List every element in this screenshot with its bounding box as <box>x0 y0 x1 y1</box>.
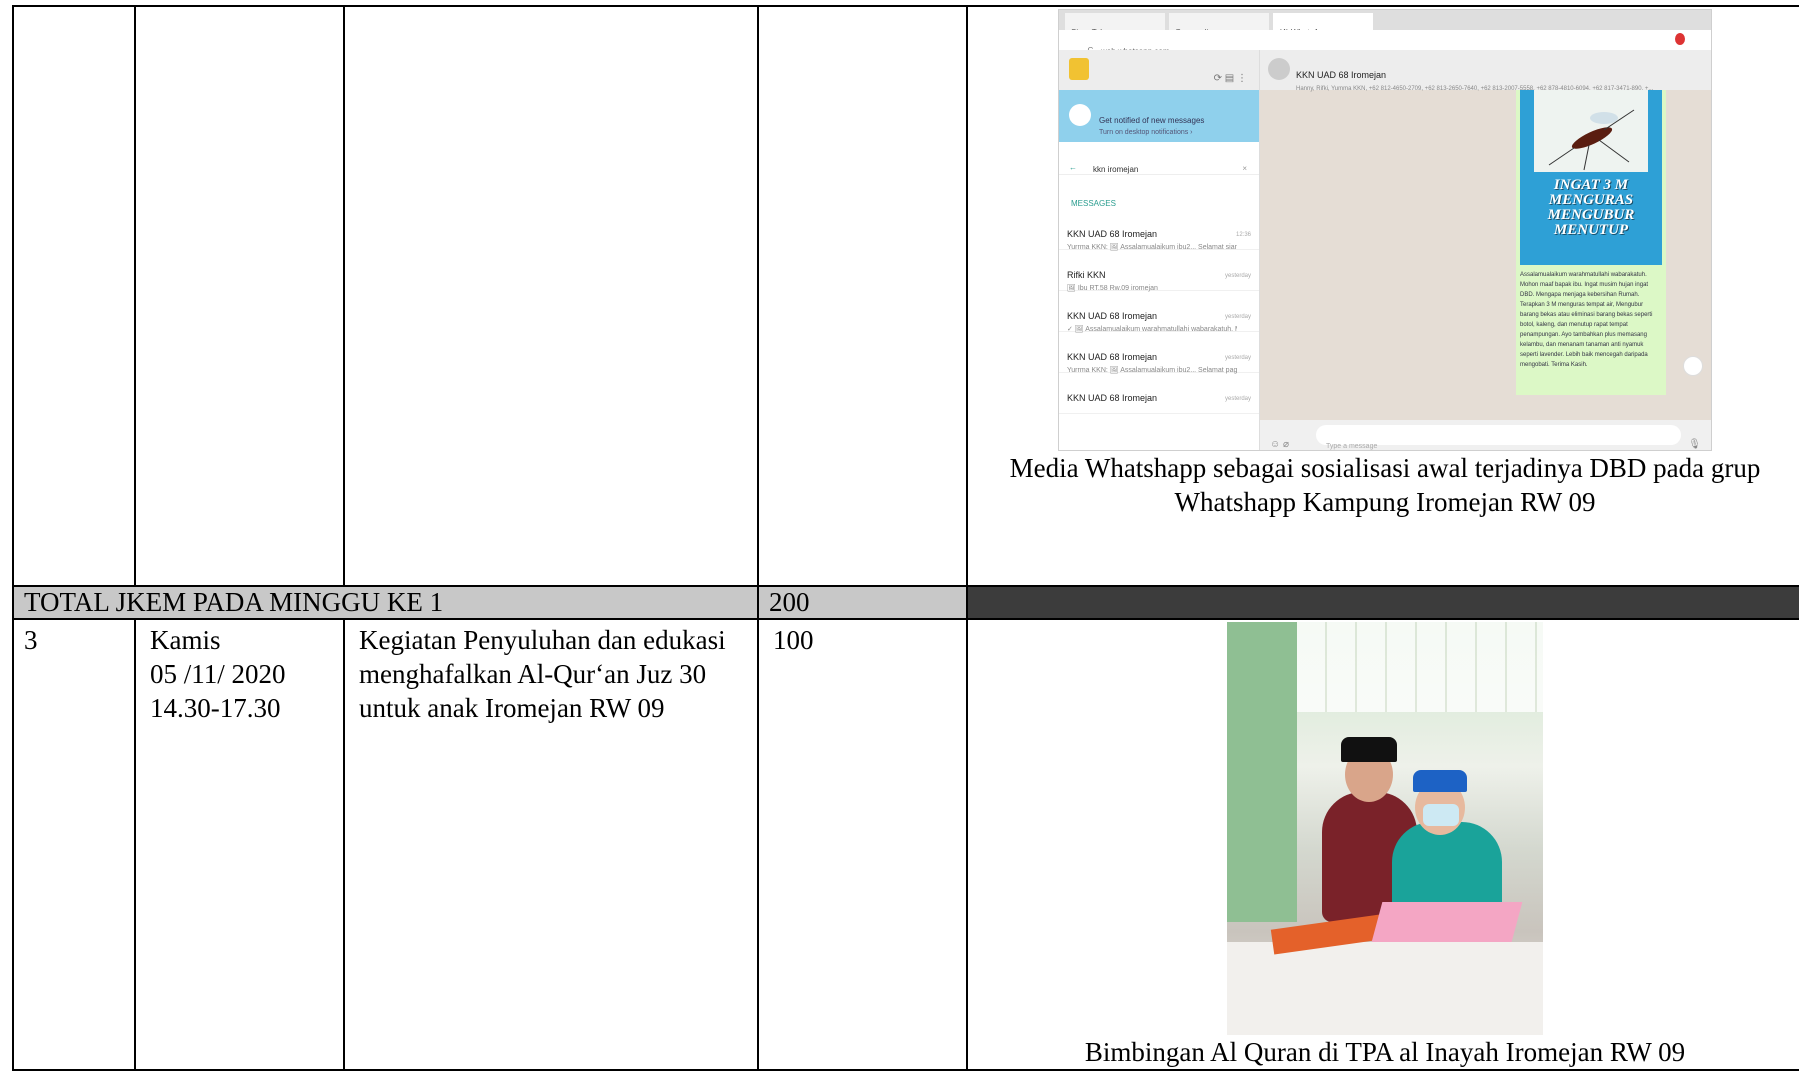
activity-log-table: Siaru Tab Greyscalize.com (4) WhatsApp ←… <box>12 5 1799 1071</box>
document-page: Siaru Tab Greyscalize.com (4) WhatsApp ←… <box>0 0 1799 1071</box>
cell-date: Kamis 05 /11/ 2020 14.30-17.30 <box>134 618 345 1071</box>
total-row: TOTAL JKEM PADA MINGGU KE 1 200 <box>12 585 1799 620</box>
emoji-attach-icons: ☺ ⌀ <box>1270 439 1290 450</box>
browser-tabbar: Siaru Tab Greyscalize.com (4) WhatsApp <box>1059 10 1711 37</box>
search-box: ← kkn iromejan × <box>1059 142 1259 175</box>
address-bar: ← → C web.whatsapp.com <box>1059 30 1711 56</box>
notification-banner: Get notified of new messages Turn on des… <box>1059 90 1259 142</box>
group-avatar <box>1268 58 1290 80</box>
cell-jkem <box>757 5 968 587</box>
chevron-down-icon <box>1683 356 1703 376</box>
figure-caption: Media Whatshapp sebagai sosialisasi awal… <box>1009 453 1761 517</box>
total-label: TOTAL JKEM PADA MINGGU KE 1 <box>24 587 444 617</box>
figure-caption: Bimbingan Al Quran di TPA al Inayah Irom… <box>1084 1037 1686 1067</box>
table-row: 3 Kamis 05 /11/ 2020 14.30-17.30 Kegiata… <box>12 618 1799 1071</box>
chat-item: KKN UAD 68 Iromejan yesterday <box>1059 373 1259 414</box>
total-value: 200 <box>769 587 810 617</box>
sidebar-header: ⟳ ▤ ⋮ <box>1059 50 1259 90</box>
chat-item: Rifki KKN yesterday 🖼 Ibu RT.58 Rw.09 irom… <box>1059 250 1259 292</box>
browser-tab: Greyscalize.com <box>1169 13 1269 37</box>
chat-item: KKN UAD 68 Iromejan 12:36 Yurrma KKN: 🖼 As… <box>1059 209 1259 251</box>
chat-panel: KKN UAD 68 Iromejan Hanny, Rifki, Yumma … <box>1260 50 1711 450</box>
total-label-cell: TOTAL JKEM PADA MINGGU KE 1 <box>12 585 759 620</box>
message-area: INGAT 3 M MENGURAS MENGUBUR MENUTUP Assa… <box>1260 90 1711 420</box>
poster-title: INGAT 3 M MENGURAS MENGUBUR MENUTUP <box>1547 177 1635 238</box>
chat-header: KKN UAD 68 Iromejan Hanny, Rifki, Yumma … <box>1260 50 1711 92</box>
cell-date <box>134 5 345 587</box>
cell-documentation: Bimbingan Al Quran di TPA al Inayah Irom… <box>966 618 1799 1071</box>
mic-icon: 🎙 <box>1688 439 1701 450</box>
cell-no: 3 <box>12 618 136 1071</box>
date-text: 05 /11/ 2020 <box>150 659 286 689</box>
chat-item: KKN UAD 68 Iromejan yesterday ✓ 🖼 Assalamu… <box>1059 291 1259 333</box>
cell-jkem: 100 <box>757 618 968 1071</box>
chat-item: KKN UAD 68 Iromejan yesterday Yurrma KKN: … <box>1059 332 1259 374</box>
browser-tab: Siaru Tab <box>1065 13 1165 37</box>
whatsapp-screenshot: Siaru Tab Greyscalize.com (4) WhatsApp ←… <box>1058 9 1712 451</box>
cell-no <box>12 5 136 587</box>
messages-label: MESSAGES <box>1071 199 1116 208</box>
cell-activity: Kegiatan Penyuluhan dan edukasi menghafa… <box>343 618 759 1071</box>
browser-tab: (4) WhatsApp <box>1273 13 1373 37</box>
day-text: Kamis <box>150 625 221 655</box>
bell-icon <box>1069 104 1091 126</box>
cell-activity <box>343 5 759 587</box>
total-blank-cell <box>966 585 1799 620</box>
mosquito-image <box>1534 90 1648 172</box>
total-value-cell: 200 <box>757 585 968 620</box>
image-message: INGAT 3 M MENGURAS MENGUBUR MENUTUP Assa… <box>1516 90 1666 395</box>
avatar <box>1675 33 1685 45</box>
tpa-photo <box>1227 622 1543 1035</box>
profile-logo <box>1069 58 1089 80</box>
table-row: Siaru Tab Greyscalize.com (4) WhatsApp ←… <box>12 5 1799 587</box>
mosquito-icon <box>1548 109 1635 171</box>
message-placeholder: Type a message <box>1326 443 1378 450</box>
dbd-poster: INGAT 3 M MENGURAS MENGUBUR MENUTUP <box>1520 90 1662 265</box>
cell-documentation: Siaru Tab Greyscalize.com (4) WhatsApp ←… <box>966 5 1799 587</box>
message-composer: ☺ ⌀ Type a message 🎙 <box>1260 420 1711 450</box>
message-text: Assalamualaikum warahmatullahi wabarakat… <box>1520 272 1653 368</box>
time-text: 14.30-17.30 <box>150 693 281 723</box>
chat-sidebar: ⟳ ▤ ⋮ Get notified of new messages Turn … <box>1059 50 1260 450</box>
